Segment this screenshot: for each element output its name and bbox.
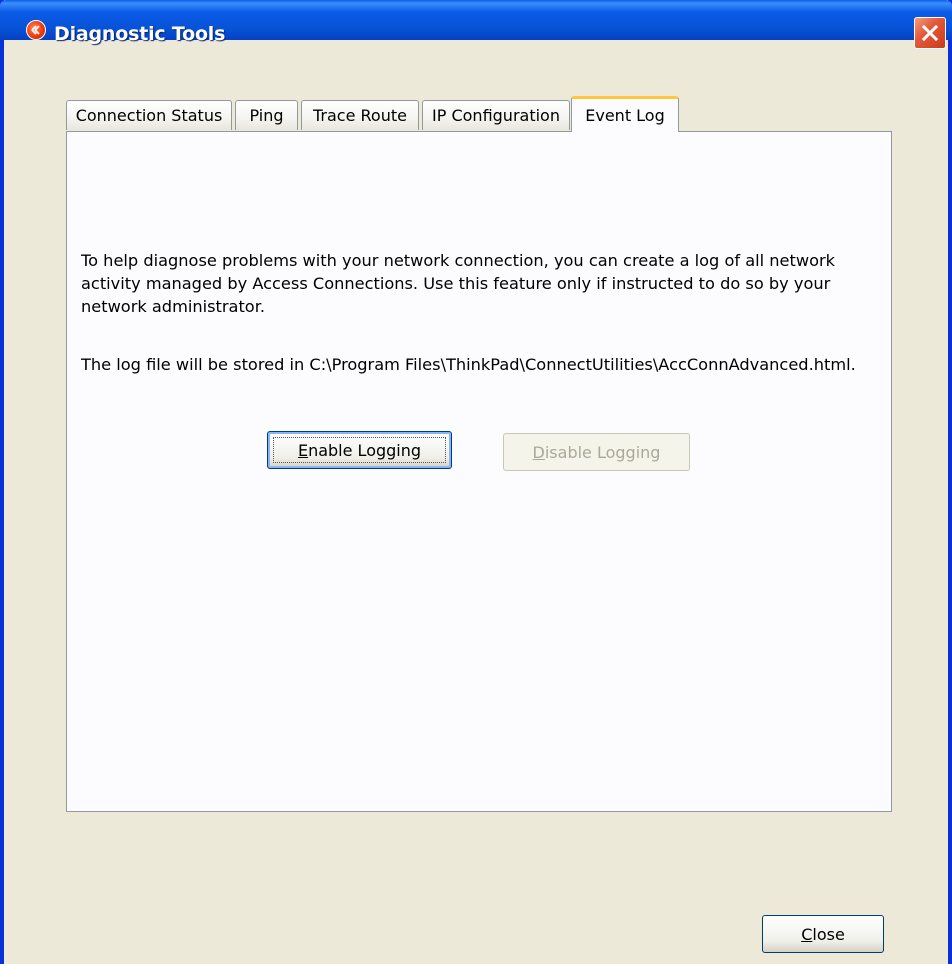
dialog-window: Diagnostic Tools Connection Status Ping … <box>0 0 952 964</box>
focus-rectangle <box>273 437 446 463</box>
close-icon <box>922 25 938 41</box>
tab-trace-route[interactable]: Trace Route <box>301 100 419 130</box>
app-logo-icon <box>31 25 40 35</box>
tab-ping[interactable]: Ping <box>235 100 298 130</box>
tab-event-log[interactable]: Event Log <box>571 96 679 132</box>
tab-ip-configuration[interactable]: IP Configuration <box>422 100 570 130</box>
log-file-path-note: The log file will be stored in C:\Progra… <box>81 355 856 374</box>
close-button-label: Close <box>801 924 845 944</box>
window-title: Diagnostic Tools <box>54 23 226 45</box>
enable-logging-button[interactable]: Enable Logging <box>267 431 452 469</box>
event-log-panel: To help diagnose problems with your netw… <box>66 131 892 812</box>
disable-logging-label: Disable Logging <box>532 442 661 462</box>
close-button[interactable]: Close <box>762 915 884 953</box>
event-log-description: To help diagnose problems with your netw… <box>81 251 836 316</box>
access-connections-icon <box>26 20 46 40</box>
tab-connection-status[interactable]: Connection Status <box>66 100 232 130</box>
disable-logging-button[interactable]: Disable Logging <box>503 433 690 471</box>
title-bar[interactable]: Diagnostic Tools <box>0 0 952 49</box>
close-window-button[interactable] <box>914 17 946 49</box>
